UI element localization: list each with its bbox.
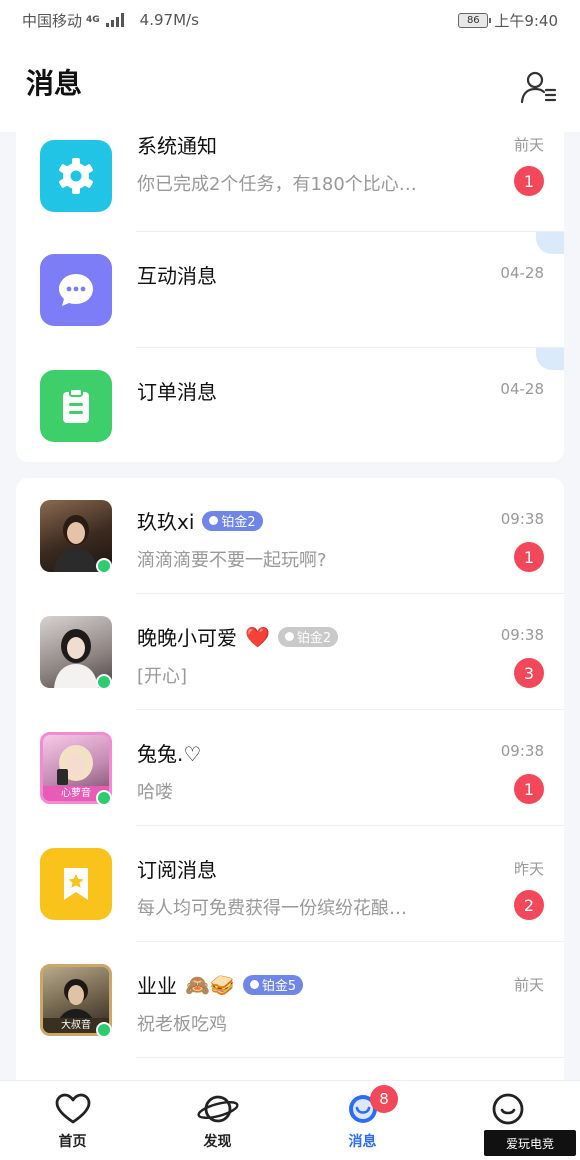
row-time: 09:38 (500, 626, 544, 644)
list-item-interaction[interactable]: 互动消息 04-28 (16, 232, 564, 348)
network-speed: 4.97M/s (139, 11, 199, 29)
row-title: 互动消息 (137, 264, 217, 288)
row-preview: [开心] (137, 666, 188, 687)
row-time: 前天 (513, 136, 544, 154)
row-time: 04-28 (500, 380, 544, 398)
nav-label: 首页 (58, 1134, 87, 1150)
conversations-card: 玖玖xi 铂金2 滴滴滴要不要一起玩啊? 09:38 1 晚晚小可爱 ❤️ 铂金… (16, 478, 564, 1088)
gem-icon (209, 516, 219, 525)
nav-unread-badge: 8 (370, 1085, 398, 1113)
tier-label: 铂金2 (221, 515, 256, 530)
conversation-row[interactable]: 玖玖xi 铂金2 滴滴滴要不要一起玩啊? 09:38 1 (16, 478, 564, 594)
status-bar: 中国移动 4G 4.97M/s 86 上午9:40 (0, 0, 580, 40)
watermark-logo: 爱玩电竞 (484, 1130, 576, 1156)
unread-badge: 1 (514, 542, 544, 572)
unread-badge: 3 (514, 658, 544, 688)
corner-tag (536, 232, 564, 254)
contact-name: 晚晚小可爱 (137, 626, 237, 650)
row-title: 系统通知 (137, 134, 217, 158)
unread-badge: 2 (514, 890, 544, 920)
online-indicator (96, 790, 112, 806)
contacts-button[interactable] (520, 68, 558, 106)
corner-tag (536, 348, 564, 370)
emoji-decoration: 🙈🥪 (185, 972, 235, 997)
row-time: 09:38 (500, 510, 544, 528)
nav-label: 发现 (203, 1134, 232, 1150)
tier-label: 铂金5 (261, 979, 297, 994)
header: 消息 (0, 40, 580, 132)
row-title: 玖玖xi 铂金2 (137, 506, 263, 535)
nav-label: 消息 (348, 1134, 377, 1150)
gem-icon (284, 632, 294, 641)
list-item-orders[interactable]: 订单消息 04-28 (16, 348, 564, 462)
bookmark-star-icon (64, 868, 88, 900)
network-type: 4G (86, 15, 100, 25)
system-messages-card: 系统通知 你已完成2个任务，有180个比心… 前天 1 互动消息 04-28 订… (16, 130, 564, 462)
interaction-app-icon (40, 254, 112, 326)
row-preview: 滴滴滴要不要一起玩啊? (137, 550, 327, 571)
row-title: 业业 🙈🥪 铂金5 (137, 970, 304, 999)
orders-app-icon (40, 370, 112, 442)
carrier-label: 中国移动 (22, 11, 83, 30)
battery-level: 86 (466, 14, 480, 26)
online-indicator (96, 674, 112, 690)
row-title: 订阅消息 (137, 854, 217, 883)
row-title: 晚晚小可爱 ❤️ 铂金2 (137, 622, 339, 651)
unread-badge: 1 (514, 166, 544, 196)
heart-emoji: ❤️ (245, 624, 270, 649)
online-indicator (96, 1022, 112, 1038)
nav-home[interactable]: 首页 (0, 1081, 145, 1160)
chat-bubble-icon (59, 274, 93, 306)
gem-icon (249, 980, 259, 989)
nav-messages[interactable]: 消息 8 (290, 1081, 435, 1160)
clipboard-icon (63, 388, 89, 423)
online-indicator (96, 558, 112, 574)
battery-icon: 86 (458, 12, 492, 28)
page-title: 消息 (26, 67, 83, 100)
contacts-icon (520, 71, 557, 104)
contact-name: 兔兔.♡ (137, 742, 202, 766)
tier-badge: 铂金2 (277, 626, 339, 647)
contact-name: 玖玖xi (137, 510, 195, 534)
tier-label: 铂金2 (296, 631, 332, 646)
tier-badge: 铂金2 (202, 510, 263, 531)
system-notice-app-icon (40, 140, 112, 212)
smile-icon (492, 1093, 523, 1125)
list-item-subscription[interactable]: 订阅消息 每人均可免费获得一份缤纷花酿… 昨天 2 (16, 826, 564, 942)
list-item-system-notice[interactable]: 系统通知 你已完成2个任务，有180个比心… 前天 1 (16, 130, 564, 232)
row-preview: 每人均可免费获得一份缤纷花酿… (137, 898, 407, 919)
nav-discover[interactable]: 发现 (145, 1081, 290, 1160)
contact-name: 业业 (137, 974, 177, 998)
row-title: 订单消息 (137, 380, 217, 404)
tier-badge: 铂金5 (242, 974, 304, 995)
status-right: 86 上午9:40 (458, 10, 558, 31)
row-time: 昨天 (513, 860, 544, 878)
subscription-app-icon (40, 848, 112, 920)
clock: 上午9:40 (494, 11, 558, 30)
conversation-row[interactable]: 晚晚小可爱 ❤️ 铂金2 [开心] 09:38 3 (16, 594, 564, 710)
status-left: 中国移动 4G 4.97M/s (22, 10, 199, 31)
row-preview: 你已完成2个任务，有180个比心… (137, 174, 417, 195)
row-time: 09:38 (500, 742, 544, 760)
row-time: 04-28 (500, 264, 544, 282)
unread-badge: 1 (514, 774, 544, 804)
row-preview: 哈喽 (137, 782, 173, 803)
heart-icon (55, 1093, 90, 1124)
contact-name: 订阅消息 (137, 858, 217, 882)
row-time: 前天 (513, 976, 544, 994)
row-preview: 祝老板吃鸡 (137, 1014, 227, 1035)
conversation-row[interactable]: 大叔音 业业 🙈🥪 铂金5 祝老板吃鸡 前天 (16, 942, 564, 1058)
row-title: 兔兔.♡ (137, 738, 201, 767)
signal-icon (105, 13, 124, 27)
conversation-row[interactable]: 心萝音 兔兔.♡ 哈喽 09:38 1 (16, 710, 564, 826)
gear-icon (59, 158, 93, 194)
planet-icon (196, 1095, 239, 1123)
